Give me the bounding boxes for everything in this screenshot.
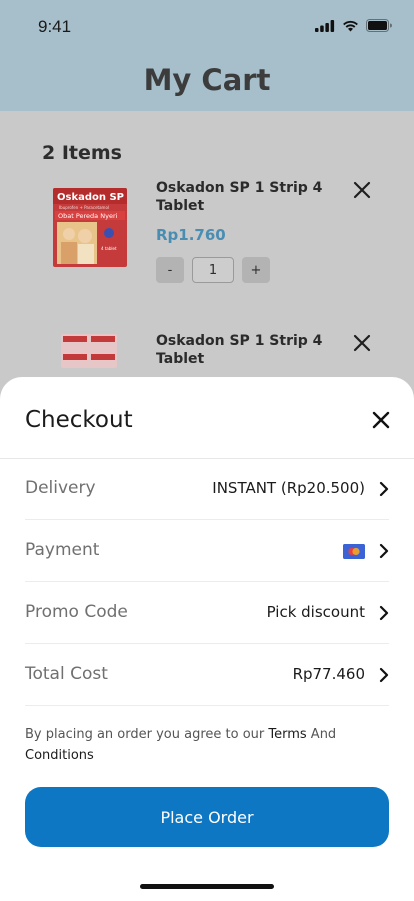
chevron-right-icon: [379, 543, 389, 559]
package-brand-text: Oskadon SP: [57, 192, 124, 203]
quantity-stepper: - 1 +: [156, 257, 270, 283]
product-name[interactable]: Oskadon SP 1 Strip 4 Tablet: [156, 179, 336, 215]
credit-card-icon: [343, 544, 365, 559]
battery-icon: [366, 19, 392, 32]
header: 9:41 My Cart: [0, 0, 414, 111]
payment-row[interactable]: Payment: [0, 520, 414, 582]
agreement-middle: And: [306, 727, 337, 742]
wifi-icon: [343, 20, 358, 31]
decrement-button[interactable]: -: [156, 257, 184, 283]
place-order-button[interactable]: Place Order: [25, 787, 389, 847]
package-tagline-text: Obat Pereda Nyeri: [58, 212, 118, 220]
status-time: 9:41: [38, 17, 72, 36]
package-count-text: 4 tablet: [101, 246, 117, 251]
promo-code-value: Pick discount: [266, 603, 365, 621]
terms-link[interactable]: Terms: [268, 727, 306, 742]
home-indicator: [140, 884, 274, 889]
product-price: Rp1.760: [156, 226, 226, 244]
close-icon[interactable]: [369, 408, 393, 432]
delivery-row[interactable]: Delivery INSTANT (Rp20.500): [0, 458, 414, 520]
remove-item-close-icon[interactable]: [350, 331, 374, 355]
promo-code-label: Promo Code: [25, 602, 128, 622]
delivery-value: INSTANT (Rp20.500): [212, 479, 365, 497]
page-title: My Cart: [143, 63, 271, 97]
checkout-title: Checkout: [25, 407, 133, 433]
chevron-right-icon: [379, 667, 389, 683]
increment-button[interactable]: +: [242, 257, 270, 283]
chevron-right-icon: [379, 481, 389, 497]
row-divider: [25, 705, 389, 706]
status-bar: 9:41: [0, 0, 414, 52]
signal-icon: [315, 19, 335, 32]
delivery-label: Delivery: [25, 478, 96, 498]
agreement-prefix: By placing an order you agree to our: [25, 727, 269, 742]
total-cost-label: Total Cost: [25, 664, 108, 684]
package-subtitle-text: Ibuprofen + Paracetamol: [59, 205, 109, 210]
total-cost-row[interactable]: Total Cost Rp77.460: [0, 644, 414, 706]
promo-code-row[interactable]: Promo Code Pick discount: [0, 582, 414, 644]
checkout-sheet: Checkout Delivery INSTANT (Rp20.500) Pay…: [0, 377, 414, 901]
status-icons: [315, 19, 392, 32]
product-image[interactable]: [53, 328, 127, 370]
remove-item-close-icon[interactable]: [350, 178, 374, 202]
total-cost-value: Rp77.460: [292, 665, 365, 683]
payment-label: Payment: [25, 540, 100, 560]
items-count: 2 Items: [42, 142, 122, 164]
quantity-value[interactable]: 1: [192, 257, 234, 283]
conditions-link[interactable]: Conditions: [25, 748, 94, 763]
product-image[interactable]: Oskadon SP Ibuprofen + Paracetamol Obat …: [53, 188, 127, 267]
chevron-right-icon: [379, 605, 389, 621]
product-name[interactable]: Oskadon SP 1 Strip 4 Tablet: [156, 332, 336, 368]
agreement-text: By placing an order you agree to our Ter…: [25, 724, 385, 766]
cart-item: Oskadon SP Ibuprofen + Paracetamol Obat …: [0, 178, 414, 298]
